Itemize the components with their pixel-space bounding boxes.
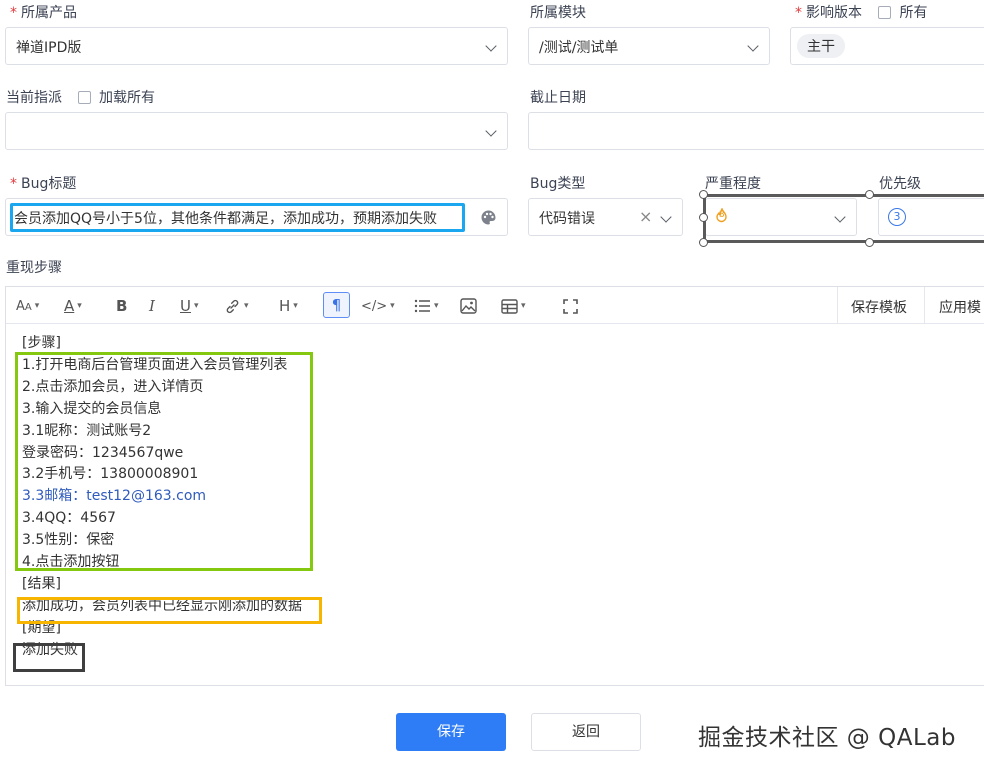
bug-title-label: * Bug标题 <box>10 176 77 192</box>
chevron-down-icon <box>485 125 497 137</box>
expect-highlight <box>13 643 85 672</box>
paragraph-icon[interactable]: ¶ <box>323 292 350 318</box>
chevron-down-icon <box>485 40 497 52</box>
code-icon[interactable]: </> ▾ <box>361 295 395 317</box>
chevron-down-icon <box>747 40 759 52</box>
priority-label: 优先级 <box>879 176 921 192</box>
product-label: * 所属产品 <box>10 5 77 21</box>
fullscreen-icon[interactable] <box>563 295 578 317</box>
product-value: 禅道IPD版 <box>16 40 82 56</box>
save-template-button[interactable]: 保存模板 <box>851 297 907 317</box>
image-icon[interactable] <box>460 295 477 317</box>
list-icon[interactable]: ▾ <box>414 295 439 317</box>
steps-highlight <box>15 352 313 571</box>
font-size-button[interactable]: AA ▾ <box>16 295 39 317</box>
steps-label: 重现步骤 <box>6 260 62 276</box>
bold-icon[interactable]: B <box>116 295 127 317</box>
module-value: /测试/测试单 <box>539 40 619 56</box>
assign-label: 当前指派 加载所有 <box>6 90 155 106</box>
chevron-down-icon <box>660 211 672 223</box>
resize-handle[interactable] <box>699 213 708 222</box>
bug-type-label: Bug类型 <box>530 176 586 192</box>
underline-icon[interactable]: U ▾ <box>180 295 199 317</box>
bug-type-value: 代码错误 <box>539 211 595 227</box>
version-all-checkbox[interactable] <box>878 6 892 19</box>
apply-template-button[interactable]: 应用模 <box>939 297 981 317</box>
result-highlight <box>17 597 322 624</box>
heading-icon[interactable]: H ▾ <box>279 295 298 317</box>
product-select[interactable]: 禅道IPD版 <box>5 27 508 65</box>
load-all-checkbox[interactable] <box>78 91 91 104</box>
resize-handle[interactable] <box>865 190 874 199</box>
toolbar-divider <box>837 287 838 324</box>
clear-icon[interactable]: × <box>639 207 652 226</box>
bug-type-select[interactable]: 代码错误 × <box>528 198 683 236</box>
palette-icon[interactable] <box>480 209 497 226</box>
italic-icon[interactable]: I <box>149 295 155 317</box>
save-button[interactable]: 保存 <box>396 713 506 751</box>
resize-handle[interactable] <box>865 238 874 247</box>
result-header: [结果] <box>22 576 61 593</box>
deadline-input[interactable] <box>528 112 984 150</box>
module-label: 所属模块 <box>530 5 586 21</box>
version-all-label: 所有 <box>899 5 928 21</box>
editor-toolbar: AA ▾ A ▾ B I U ▾ ▾ H ▾ ¶ </> ▾ ▾ ▾ 保存模板 应用模 <box>6 287 984 324</box>
assign-select[interactable] <box>5 112 508 150</box>
font-color-button[interactable]: A ▾ <box>64 295 82 317</box>
back-button[interactable]: 返回 <box>531 713 641 751</box>
watermark: 掘金技术社区 @ QALab <box>698 725 956 751</box>
version-tag[interactable]: 主干 <box>797 34 845 58</box>
severity-label: 严重程度 <box>705 176 761 192</box>
module-select[interactable]: /测试/测试单 <box>528 27 770 65</box>
load-all-label: 加载所有 <box>99 90 155 106</box>
version-label: * 影响版本 所有 <box>795 5 928 21</box>
table-icon[interactable]: ▾ <box>501 295 526 317</box>
link-icon[interactable]: ▾ <box>224 295 249 317</box>
selection-frame <box>703 194 984 243</box>
resize-handle[interactable] <box>699 190 708 199</box>
toolbar-divider <box>924 287 925 324</box>
version-select[interactable]: 主干 <box>790 27 984 65</box>
deadline-label: 截止日期 <box>530 90 586 106</box>
resize-handle[interactable] <box>699 238 708 247</box>
bug-title-highlight <box>10 203 465 232</box>
